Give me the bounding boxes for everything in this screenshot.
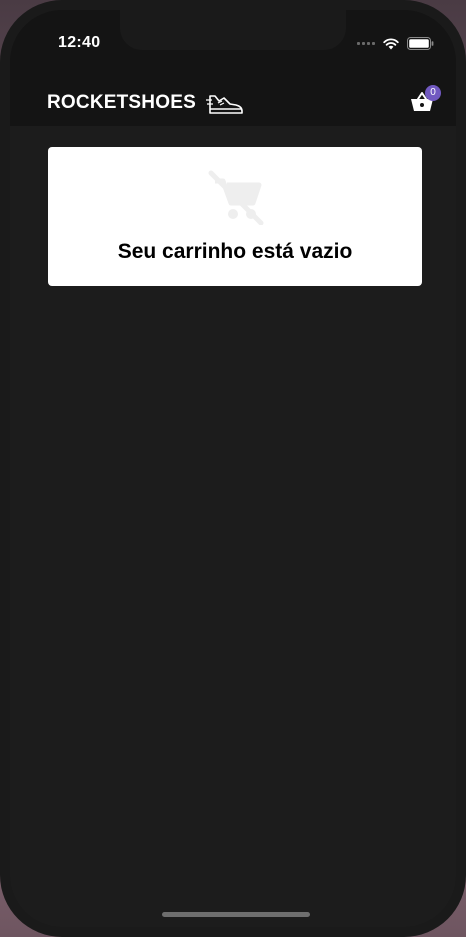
status-bar: 12:40 (10, 10, 456, 66)
cart-count-badge: 0 (425, 85, 441, 101)
remove-shopping-cart-icon (208, 170, 264, 225)
cart-button[interactable]: 0 (410, 85, 441, 115)
battery-icon (407, 37, 434, 50)
wifi-icon (383, 37, 399, 49)
status-icons (357, 37, 434, 50)
logo[interactable]: ROCKETSHOES (47, 90, 244, 116)
app-header: ROCKETSHOES 0 (10, 66, 456, 126)
home-indicator[interactable] (162, 912, 310, 917)
empty-cart-card: Seu carrinho está vazio (48, 147, 422, 286)
logo-text: ROCKETSHOES (47, 92, 196, 113)
app-screen: 12:40 ROCKETSHOES 0 Seu carrinho está va… (10, 10, 456, 927)
cellular-signal-icon (357, 42, 375, 45)
sneaker-icon (205, 95, 243, 114)
empty-cart-message: Seu carrinho está vazio (117, 240, 353, 263)
status-time: 12:40 (58, 34, 101, 51)
phone-frame: 12:40 ROCKETSHOES 0 Seu carrinho está va… (0, 0, 466, 937)
notch (120, 10, 346, 50)
